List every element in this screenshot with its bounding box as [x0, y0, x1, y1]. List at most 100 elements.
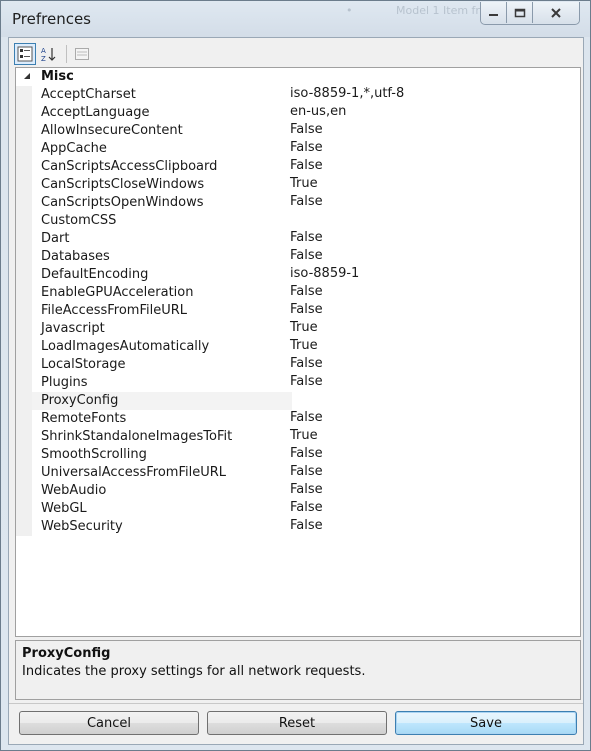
- property-value[interactable]: False: [290, 410, 323, 425]
- property-name: Dart: [41, 231, 70, 246]
- property-name: LoadImagesAutomatically: [41, 339, 210, 354]
- row-margin: [16, 320, 32, 338]
- property-name: AcceptLanguage: [41, 105, 150, 120]
- property-row[interactable]: AppCache False: [16, 140, 580, 158]
- property-name: WebAudio: [41, 483, 107, 498]
- property-row[interactable]: EnableGPUAcceleration False: [16, 284, 580, 302]
- property-row[interactable]: FileAccessFromFileURL False: [16, 302, 580, 320]
- property-value[interactable]: False: [290, 302, 323, 317]
- property-row[interactable]: LocalStorage False: [16, 356, 580, 374]
- property-value[interactable]: False: [290, 356, 323, 371]
- property-value[interactable]: False: [290, 482, 323, 497]
- preferences-window: Prefrences • Model 1 Item from... A Z Mi…: [0, 0, 591, 751]
- dialog-client-area: A Z Misc AcceptCharset iso-8859-1,*,utf-…: [8, 37, 584, 745]
- property-row[interactable]: CanScriptsCloseWindows True: [16, 176, 580, 194]
- property-row[interactable]: Javascript True: [16, 320, 580, 338]
- property-name: ShrinkStandaloneImagesToFit: [41, 429, 233, 444]
- property-row[interactable]: Dart False: [16, 230, 580, 248]
- property-value[interactable]: False: [290, 248, 323, 263]
- property-row[interactable]: AcceptCharset iso-8859-1,*,utf-8: [16, 86, 580, 104]
- property-row[interactable]: AcceptLanguage en-us,en: [16, 104, 580, 122]
- property-row[interactable]: WebAudio False: [16, 482, 580, 500]
- property-row[interactable]: LoadImagesAutomatically True: [16, 338, 580, 356]
- property-row[interactable]: UniversalAccessFromFileURL False: [16, 464, 580, 482]
- row-margin: [16, 176, 32, 194]
- property-value[interactable]: False: [290, 158, 323, 173]
- reset-button[interactable]: Reset: [207, 711, 387, 735]
- property-row[interactable]: CanScriptsAccessClipboard False: [16, 158, 580, 176]
- save-button[interactable]: Save: [395, 711, 577, 735]
- window-title: Prefrences: [12, 10, 91, 28]
- property-value[interactable]: True: [290, 320, 318, 335]
- categorized-view-icon: [17, 46, 33, 62]
- collapse-triangle-icon[interactable]: [22, 71, 32, 81]
- property-row[interactable]: WebGL False: [16, 500, 580, 518]
- property-grid-toolbar: A Z: [14, 41, 95, 67]
- property-value[interactable]: en-us,en: [290, 104, 346, 119]
- property-value[interactable]: True: [290, 338, 318, 353]
- property-row[interactable]: ShrinkStandaloneImagesToFit True: [16, 428, 580, 446]
- property-grid[interactable]: Misc AcceptCharset iso-8859-1,*,utf-8 Acce…: [15, 67, 581, 637]
- property-value[interactable]: False: [290, 464, 323, 479]
- property-value[interactable]: False: [290, 374, 323, 389]
- row-margin: [16, 284, 32, 302]
- property-name: FileAccessFromFileURL: [41, 303, 188, 318]
- maximize-icon: [514, 8, 525, 17]
- property-value[interactable]: False: [290, 122, 323, 137]
- property-name: LocalStorage: [41, 357, 126, 372]
- minimize-button[interactable]: [481, 2, 507, 23]
- property-row[interactable]: ProxyConfig: [16, 392, 580, 410]
- property-value[interactable]: False: [290, 140, 323, 155]
- row-margin: [16, 302, 32, 320]
- property-value[interactable]: False: [290, 518, 323, 533]
- category-label: Misc: [41, 69, 74, 84]
- property-row[interactable]: CustomCSS: [16, 212, 580, 230]
- property-value[interactable]: iso-8859-1,*,utf-8: [290, 86, 404, 101]
- row-margin: [16, 248, 32, 266]
- alphabetical-button[interactable]: A Z: [38, 43, 60, 65]
- property-name: AcceptCharset: [41, 87, 136, 102]
- property-row[interactable]: Plugins False: [16, 374, 580, 392]
- property-name: UniversalAccessFromFileURL: [41, 465, 227, 480]
- row-margin: [16, 446, 32, 464]
- property-value[interactable]: False: [290, 446, 323, 461]
- row-margin: [16, 122, 32, 140]
- caption-buttons: [480, 2, 580, 25]
- property-row[interactable]: DefaultEncoding iso-8859-1: [16, 266, 580, 284]
- close-button[interactable]: [533, 2, 579, 23]
- property-value[interactable]: iso-8859-1: [290, 266, 359, 281]
- cancel-button[interactable]: Cancel: [19, 711, 199, 735]
- maximize-button[interactable]: [507, 2, 533, 23]
- property-row[interactable]: AllowInsecureContent False: [16, 122, 580, 140]
- property-row[interactable]: Databases False: [16, 248, 580, 266]
- property-name: RemoteFonts: [41, 411, 127, 426]
- property-name: WebGL: [41, 501, 87, 516]
- property-value[interactable]: True: [290, 428, 318, 443]
- row-margin: [16, 104, 32, 122]
- close-icon: [551, 7, 561, 18]
- property-pages-icon: [75, 48, 89, 60]
- row-margin: [16, 500, 32, 518]
- row-margin: [16, 374, 32, 392]
- property-name: Plugins: [41, 375, 88, 390]
- property-pages-button[interactable]: [71, 43, 93, 65]
- property-value[interactable]: False: [290, 230, 323, 245]
- property-row[interactable]: WebSecurity False: [16, 518, 580, 536]
- help-title: ProxyConfig: [22, 646, 111, 661]
- property-row[interactable]: RemoteFonts False: [16, 410, 580, 428]
- categorized-button[interactable]: [14, 43, 36, 65]
- category-row[interactable]: Misc: [16, 68, 580, 86]
- title-bar[interactable]: Prefrences • Model 1 Item from...: [1, 1, 590, 37]
- row-margin: [16, 356, 32, 374]
- property-value[interactable]: False: [290, 194, 323, 209]
- property-name: WebSecurity: [41, 519, 123, 534]
- row-margin: [16, 266, 32, 284]
- row-margin: [16, 482, 32, 500]
- property-value[interactable]: True: [290, 176, 318, 191]
- property-row[interactable]: SmoothScrolling False: [16, 446, 580, 464]
- property-value[interactable]: False: [290, 284, 323, 299]
- property-row[interactable]: CanScriptsOpenWindows False: [16, 194, 580, 212]
- property-name: CanScriptsOpenWindows: [41, 195, 204, 210]
- property-value[interactable]: False: [290, 500, 323, 515]
- svg-text:Z: Z: [41, 55, 46, 62]
